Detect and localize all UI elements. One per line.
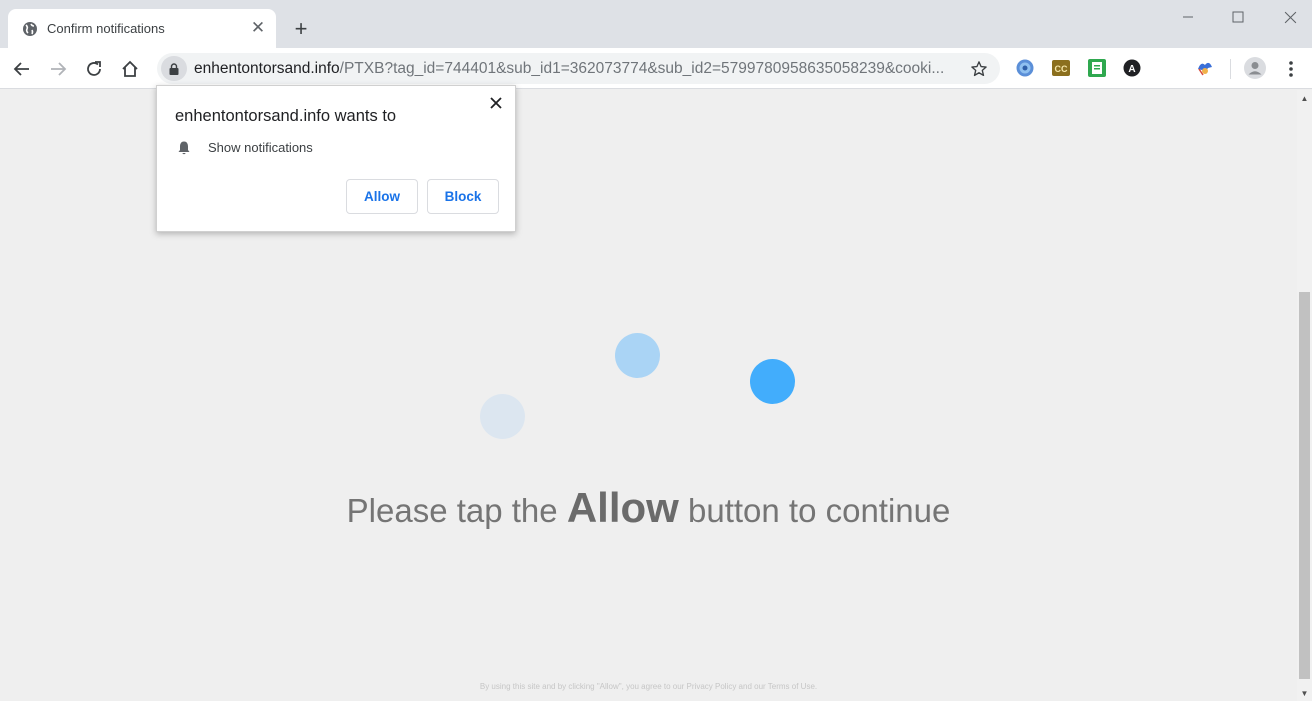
lock-icon[interactable] [161, 56, 187, 81]
scroll-up-arrow-icon[interactable]: ▲ [1300, 94, 1309, 103]
browser-toolbar: enhentontorsand.info/PTXB?tag_id=744401&… [0, 48, 1312, 89]
bell-icon [178, 141, 190, 155]
svg-text:CC: CC [1055, 64, 1068, 74]
loading-dot-light [615, 333, 660, 378]
profile-avatar-icon[interactable] [1244, 57, 1266, 79]
block-button[interactable]: Block [427, 179, 499, 214]
globe-icon [23, 22, 37, 36]
headline-before: Please tap the [346, 492, 558, 529]
loading-dot-faint [480, 394, 525, 439]
green-sheet-extension-icon[interactable] [1088, 59, 1106, 77]
tab-title: Confirm notifications [47, 21, 165, 36]
toolbar-divider [1230, 59, 1231, 79]
hdd-ring-icon[interactable] [1016, 59, 1034, 77]
headline-strong: Allow [566, 484, 679, 531]
url-text[interactable]: enhentontorsand.info/PTXB?tag_id=744401&… [194, 60, 954, 78]
svg-text:A: A [1128, 64, 1135, 75]
forward-arrow-icon[interactable] [45, 56, 71, 82]
allow-button[interactable]: Allow [346, 179, 418, 214]
scrollbar-thumb[interactable] [1299, 292, 1310, 679]
cc-extension-icon[interactable]: CC [1052, 59, 1070, 77]
popup-close-icon[interactable] [487, 94, 505, 112]
page-scrollbar[interactable]: ▲ ▼ [1297, 90, 1312, 701]
reload-icon[interactable] [81, 56, 107, 82]
maximize-icon[interactable] [1226, 6, 1250, 28]
tab-strip: Confirm notifications ✕ + [0, 0, 1312, 48]
tab-close-icon[interactable]: ✕ [248, 18, 268, 38]
bookmark-star-icon[interactable] [968, 58, 990, 80]
address-bar[interactable]: enhentontorsand.info/PTXB?tag_id=744401&… [157, 53, 1000, 84]
minimize-icon[interactable] [1176, 6, 1200, 28]
page-footer-disclaimer: By using this site and by clicking "Allo… [479, 682, 818, 691]
popup-title: enhentontorsand.info wants to [175, 107, 397, 125]
jester-extension-icon[interactable] [1196, 59, 1214, 77]
new-tab-button[interactable]: + [288, 16, 314, 42]
url-path: /PTXB?tag_id=744401&sub_id1=362073774&su… [339, 60, 945, 77]
loading-dot-bright [750, 359, 795, 404]
headline-after: button to continue [687, 492, 951, 529]
back-arrow-icon[interactable] [9, 56, 35, 82]
page-headline: Please tap the Allow button to continue [0, 484, 1297, 532]
notification-permission-popup: enhentontorsand.info wants to Show notif… [156, 85, 516, 232]
window-close-icon[interactable] [1278, 6, 1302, 28]
scroll-down-arrow-icon[interactable]: ▼ [1300, 689, 1309, 698]
tab-confirm-notifications[interactable]: Confirm notifications ✕ [8, 9, 276, 48]
a-circle-extension-icon[interactable]: A [1123, 59, 1141, 77]
menu-dots-icon[interactable] [1278, 56, 1304, 82]
home-icon[interactable] [117, 56, 143, 82]
popup-permission-label: Show notifications [208, 140, 313, 155]
url-host: enhentontorsand.info [194, 60, 340, 77]
